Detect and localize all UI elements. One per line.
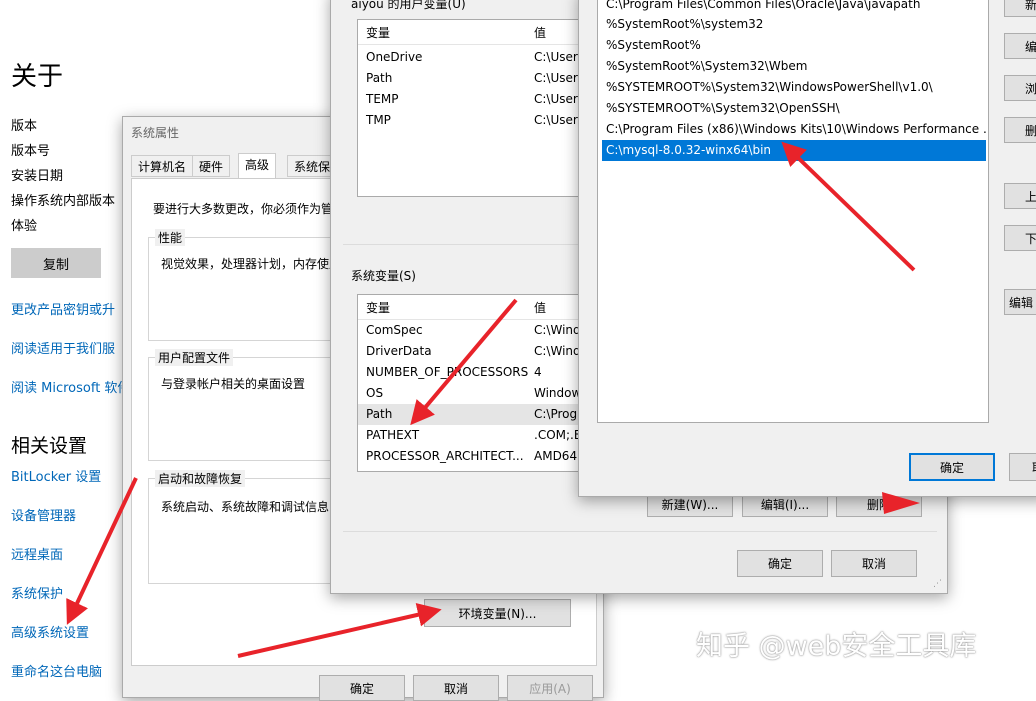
watermark: 知乎 @web安全工具库: [696, 631, 977, 662]
arrow-to-path-var: [410, 298, 518, 426]
arrow-fragment: [882, 492, 920, 514]
arrow-to-advanced-settings: [66, 477, 138, 625]
arrow-to-mysql-path: [781, 141, 916, 272]
arrow-to-env-button: [237, 602, 442, 658]
annotation-arrows: [66, 141, 920, 658]
